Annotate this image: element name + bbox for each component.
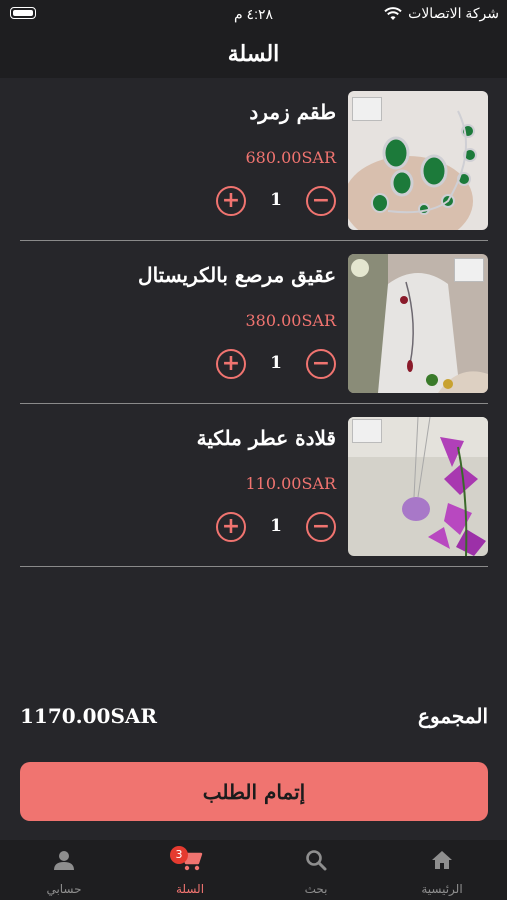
decrease-quantity-button[interactable]: − bbox=[306, 512, 336, 542]
product-price: 110.00SAR bbox=[245, 474, 336, 493]
tab-account[interactable]: حسابي bbox=[24, 840, 104, 900]
home-icon bbox=[432, 851, 452, 869]
cart-list: طقم زمرد 680.00SAR + 1 − عقيق مرصع بالكر… bbox=[20, 78, 488, 567]
wifi-icon bbox=[384, 6, 402, 20]
bottom-tab-bar: الرئيسية بحث 3 السلة حسابي bbox=[0, 840, 507, 900]
product-name: قلادة عطر ملكية bbox=[196, 426, 336, 450]
cart-item: طقم زمرد 680.00SAR + 1 − bbox=[20, 78, 488, 241]
quantity-stepper: + 1 − bbox=[216, 512, 336, 546]
product-price: 680.00SAR bbox=[245, 148, 336, 167]
brand-logo-mark bbox=[352, 97, 382, 121]
cart-count-badge: 3 bbox=[170, 846, 188, 864]
carrier-info: شركة الاتصالات bbox=[384, 5, 499, 22]
search-icon bbox=[306, 850, 327, 871]
person-icon bbox=[54, 851, 74, 870]
page-title: السلة bbox=[227, 41, 280, 67]
status-bar: ٤:٢٨ م شركة الاتصالات bbox=[0, 0, 507, 30]
cart-item: عقيق مرصع بالكريستال 380.00SAR + 1 − bbox=[20, 241, 488, 404]
page-header: السلة bbox=[0, 30, 507, 78]
increase-quantity-button[interactable]: + bbox=[216, 512, 246, 542]
tab-search[interactable]: بحث bbox=[276, 840, 356, 900]
brand-logo-mark bbox=[454, 258, 484, 282]
quantity-stepper: + 1 − bbox=[216, 349, 336, 383]
product-name: عقيق مرصع بالكريستال bbox=[138, 263, 336, 287]
tab-search-label: بحث bbox=[304, 882, 328, 896]
tab-cart[interactable]: 3 السلة bbox=[150, 840, 230, 900]
quantity-stepper: + 1 − bbox=[216, 186, 336, 220]
increase-quantity-button[interactable]: + bbox=[216, 186, 246, 216]
total-label: المجموع bbox=[418, 704, 488, 728]
tab-home[interactable]: الرئيسية bbox=[402, 840, 482, 900]
cart-item: قلادة عطر ملكية 110.00SAR + 1 − bbox=[20, 404, 488, 567]
cart-total: المجموع 1170.00SAR bbox=[20, 700, 488, 736]
tab-home-label: الرئيسية bbox=[421, 882, 463, 896]
increase-quantity-button[interactable]: + bbox=[216, 349, 246, 379]
product-name: طقم زمرد bbox=[249, 100, 336, 124]
quantity-value: 1 bbox=[270, 353, 282, 373]
decrease-quantity-button[interactable]: − bbox=[306, 186, 336, 216]
tab-account-label: حسابي bbox=[46, 882, 82, 896]
quantity-value: 1 bbox=[270, 190, 282, 210]
checkout-button[interactable]: إتمام الطلب bbox=[20, 762, 488, 821]
product-image-perfume-pendant[interactable] bbox=[348, 417, 488, 556]
product-image-emerald-set[interactable] bbox=[348, 91, 488, 230]
checkout-label: إتمام الطلب bbox=[202, 779, 306, 804]
total-amount: 1170.00SAR bbox=[20, 704, 158, 728]
carrier-name: شركة الاتصالات bbox=[408, 5, 499, 21]
brand-logo-mark bbox=[352, 419, 382, 443]
product-image-crystal-agate[interactable] bbox=[348, 254, 488, 393]
tab-cart-label: السلة bbox=[175, 882, 205, 896]
quantity-value: 1 bbox=[270, 516, 282, 536]
decrease-quantity-button[interactable]: − bbox=[306, 349, 336, 379]
product-price: 380.00SAR bbox=[245, 311, 336, 330]
